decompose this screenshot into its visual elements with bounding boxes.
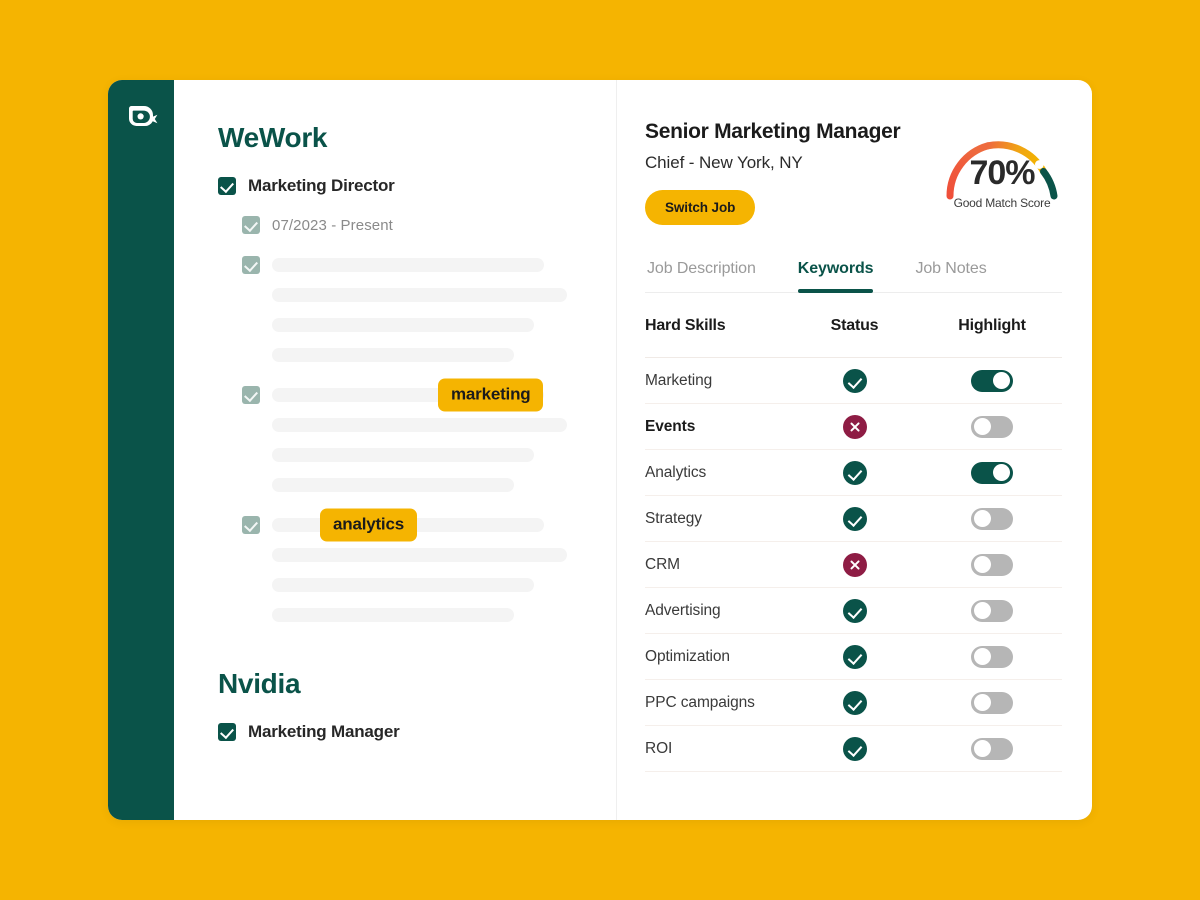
- role-checkbox-icon[interactable]: [218, 723, 236, 741]
- highlight-toggle[interactable]: [971, 553, 1013, 576]
- table-row[interactable]: Advertising: [645, 588, 1062, 634]
- highlight-toggle[interactable]: [971, 737, 1013, 760]
- resume-date-row[interactable]: 07/2023 - Present: [242, 216, 586, 234]
- bullet-line: [242, 578, 586, 592]
- bullet-line: [242, 608, 586, 622]
- table-row[interactable]: Marketing: [645, 358, 1062, 404]
- table-row[interactable]: PPC campaigns: [645, 680, 1062, 726]
- bullet-placeholder-bar: [272, 448, 534, 462]
- role-checkbox-icon[interactable]: [218, 177, 236, 195]
- role-date-range: 07/2023 - Present: [272, 216, 393, 234]
- bullet-placeholder-bar: [272, 418, 567, 432]
- app-card: WeWork Marketing Director 07/2023 - Pres…: [108, 80, 1092, 820]
- status-cross-icon: [842, 414, 867, 439]
- bullet-group: [242, 256, 586, 362]
- date-checkbox-icon[interactable]: [242, 216, 260, 234]
- table-row[interactable]: Strategy: [645, 496, 1062, 542]
- tab-job-description[interactable]: Job Description: [647, 260, 756, 292]
- status-check-icon: [842, 644, 867, 669]
- resume-preview-panel: WeWork Marketing Director 07/2023 - Pres…: [174, 80, 617, 820]
- bullet-line[interactable]: marketing: [242, 378, 586, 412]
- match-score-value: 70%: [969, 154, 1035, 192]
- keyword-tag-analytics[interactable]: analytics: [320, 508, 417, 542]
- column-header-status: Status: [830, 317, 879, 334]
- match-score-caption: Good Match Score: [953, 196, 1051, 210]
- match-score-gauge: 70% Good Match Score: [942, 124, 1062, 220]
- bullet-placeholder-bar: [272, 318, 534, 332]
- bullet-line: [242, 448, 586, 462]
- job-header: Senior Marketing Manager Chief - New Yor…: [645, 120, 1062, 225]
- quickresume-bird-logo-icon[interactable]: [125, 102, 159, 136]
- status-cross-icon: [842, 552, 867, 577]
- status-check-icon: [842, 460, 867, 485]
- table-row[interactable]: CRM: [645, 542, 1062, 588]
- highlight-toggle[interactable]: [971, 691, 1013, 714]
- resume-role-wework[interactable]: Marketing Director: [218, 176, 586, 196]
- tab-keywords[interactable]: Keywords: [797, 260, 874, 293]
- bullet-line: [242, 548, 586, 562]
- skill-name: Analytics: [645, 463, 707, 481]
- table-row[interactable]: ROI: [645, 726, 1062, 772]
- bullet-line[interactable]: analytics: [242, 508, 586, 542]
- bullet-group: analytics: [242, 508, 586, 622]
- skill-name: Events: [645, 417, 696, 435]
- skill-name: Strategy: [645, 509, 702, 527]
- table-row[interactable]: Events: [645, 404, 1062, 450]
- job-subtitle: Chief - New York, NY: [645, 153, 803, 172]
- highlight-toggle[interactable]: [971, 415, 1013, 438]
- role-title: Marketing Director: [248, 176, 395, 195]
- table-header-row: Hard Skills Status Highlight: [645, 293, 1062, 358]
- highlight-toggle[interactable]: [971, 507, 1013, 530]
- bullet-checkbox-icon[interactable]: [242, 516, 260, 534]
- bullet-placeholder-bar: [272, 288, 567, 302]
- skill-name: Optimization: [645, 647, 730, 665]
- company-name-wework: WeWork: [218, 122, 328, 153]
- bullet-line: [242, 318, 586, 332]
- bullet-checkbox-icon[interactable]: [242, 386, 260, 404]
- resume-role-nvidia[interactable]: Marketing Manager: [218, 722, 586, 742]
- tab-job-notes[interactable]: Job Notes: [915, 260, 986, 292]
- role-title: Marketing Manager: [248, 722, 400, 741]
- bullet-placeholder-bar: [272, 348, 514, 362]
- bullet-line: [242, 288, 586, 302]
- highlight-toggle[interactable]: [971, 369, 1013, 392]
- status-check-icon: [842, 736, 867, 761]
- status-check-icon: [842, 690, 867, 715]
- bullet-checkbox-icon[interactable]: [242, 256, 260, 274]
- bullet-placeholder-bar: [272, 608, 514, 622]
- bullet-line: [242, 418, 586, 432]
- column-header-highlight: Highlight: [958, 317, 1026, 334]
- highlight-toggle[interactable]: [971, 645, 1013, 668]
- status-check-icon: [842, 368, 867, 393]
- skill-name: Marketing: [645, 371, 713, 389]
- job-tabs: Job Description Keywords Job Notes: [645, 260, 1062, 293]
- table-row[interactable]: Optimization: [645, 634, 1062, 680]
- bullet-line: [242, 348, 586, 362]
- highlight-toggle[interactable]: [971, 461, 1013, 484]
- table-row[interactable]: Analytics: [645, 450, 1062, 496]
- bullet-placeholder-bar: [272, 548, 567, 562]
- status-check-icon: [842, 506, 867, 531]
- company-name-nvidia: Nvidia: [218, 668, 301, 699]
- skill-name: PPC campaigns: [645, 693, 755, 711]
- skill-name: Advertising: [645, 601, 721, 619]
- column-header-hard-skills: Hard Skills: [645, 317, 726, 334]
- bullet-placeholder-bar: [272, 478, 514, 492]
- job-details-panel: Senior Marketing Manager Chief - New Yor…: [617, 80, 1092, 820]
- bullet-group: marketing: [242, 378, 586, 492]
- bullet-placeholder-bar: [272, 578, 534, 592]
- highlight-toggle[interactable]: [971, 599, 1013, 622]
- skill-name: ROI: [645, 739, 673, 757]
- skill-name: CRM: [645, 555, 680, 573]
- switch-job-button[interactable]: Switch Job: [645, 190, 756, 225]
- left-nav-rail: [108, 80, 174, 820]
- bullet-line: [242, 478, 586, 492]
- bullet-line[interactable]: [242, 256, 586, 274]
- page-title: Senior Marketing Manager: [645, 120, 901, 143]
- bullet-placeholder-bar: [272, 258, 544, 272]
- status-check-icon: [842, 598, 867, 623]
- job-header-text: Senior Marketing Manager Chief - New Yor…: [645, 120, 901, 225]
- keywords-table: Hard Skills Status Highlight Marketing E…: [645, 293, 1062, 772]
- keyword-tag-marketing[interactable]: marketing: [438, 378, 544, 412]
